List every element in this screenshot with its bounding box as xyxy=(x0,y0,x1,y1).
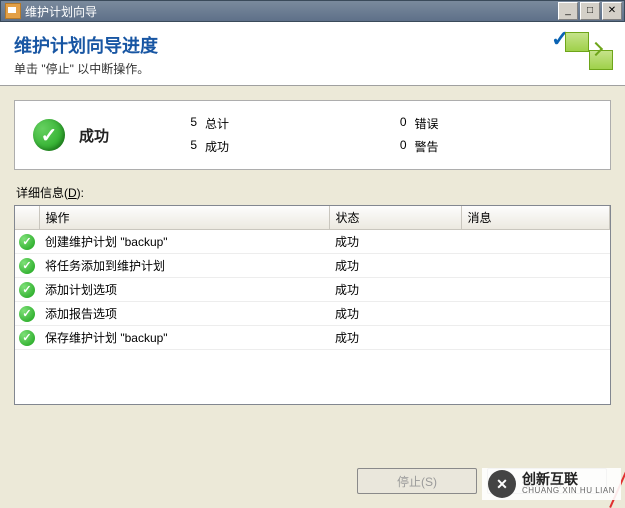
row-status-icon: ✓ xyxy=(15,254,39,278)
stat-warnings: 0 警告 xyxy=(383,138,593,155)
row-action: 保存维护计划 "backup" xyxy=(39,326,329,350)
watermark-logo: ✕ xyxy=(488,470,516,498)
wizard-illustration: ✓ xyxy=(555,28,615,73)
window-title: 维护计划向导 xyxy=(25,3,558,20)
row-message xyxy=(461,278,610,302)
table-row[interactable]: ✓添加计划选项成功 xyxy=(15,278,610,302)
watermark-py: CHUANG XIN HU LIAN xyxy=(522,487,615,496)
close-button[interactable]: ✕ xyxy=(602,2,622,20)
col-header-status[interactable]: 状态 xyxy=(329,206,461,230)
summary-panel: ✓ 成功 5 总计 0 错误 5 成功 0 警告 xyxy=(14,100,611,170)
page-title: 维护计划向导进度 xyxy=(14,32,158,58)
row-status: 成功 xyxy=(329,326,461,350)
row-status-icon: ✓ xyxy=(15,278,39,302)
maximize-button[interactable]: □ xyxy=(580,2,600,20)
row-action: 将任务添加到维护计划 xyxy=(39,254,329,278)
row-status: 成功 xyxy=(329,254,461,278)
row-status-icon: ✓ xyxy=(15,302,39,326)
window-buttons: _ □ ✕ xyxy=(558,2,622,20)
row-message xyxy=(461,230,610,254)
table-row[interactable]: ✓保存维护计划 "backup"成功 xyxy=(15,326,610,350)
stop-button: 停止(S) xyxy=(357,468,477,494)
table-row[interactable]: ✓创建维护计划 "backup"成功 xyxy=(15,230,610,254)
table-row[interactable]: ✓将任务添加到维护计划成功 xyxy=(15,254,610,278)
col-header-icon[interactable] xyxy=(15,206,39,230)
stat-total: 5 总计 xyxy=(173,115,383,132)
row-action: 添加报告选项 xyxy=(39,302,329,326)
row-status: 成功 xyxy=(329,230,461,254)
row-status: 成功 xyxy=(329,302,461,326)
col-header-action[interactable]: 操作 xyxy=(39,206,329,230)
details-label: 详细信息(D): xyxy=(16,184,611,201)
row-status: 成功 xyxy=(329,278,461,302)
row-action: 创建维护计划 "backup" xyxy=(39,230,329,254)
summary-status: 成功 xyxy=(79,125,159,146)
titlebar: 维护计划向导 _ □ ✕ xyxy=(0,0,625,22)
col-header-message[interactable]: 消息 xyxy=(461,206,610,230)
page-subtitle: 单击 "停止" 以中断操作。 xyxy=(14,60,158,77)
details-grid[interactable]: 操作 状态 消息 ✓创建维护计划 "backup"成功✓将任务添加到维护计划成功… xyxy=(14,205,611,405)
watermark: ✕ 创新互联 CHUANG XIN HU LIAN xyxy=(482,468,621,500)
app-icon xyxy=(5,3,21,19)
stat-errors: 0 错误 xyxy=(383,115,593,132)
row-status-icon: ✓ xyxy=(15,326,39,350)
stat-success: 5 成功 xyxy=(173,138,383,155)
header-panel: 维护计划向导进度 单击 "停止" 以中断操作。 ✓ xyxy=(0,22,625,86)
watermark-cn: 创新互联 xyxy=(522,472,615,487)
row-action: 添加计划选项 xyxy=(39,278,329,302)
minimize-button[interactable]: _ xyxy=(558,2,578,20)
success-icon: ✓ xyxy=(33,119,65,151)
row-message xyxy=(461,326,610,350)
table-row[interactable]: ✓添加报告选项成功 xyxy=(15,302,610,326)
row-message xyxy=(461,302,610,326)
row-status-icon: ✓ xyxy=(15,230,39,254)
row-message xyxy=(461,254,610,278)
